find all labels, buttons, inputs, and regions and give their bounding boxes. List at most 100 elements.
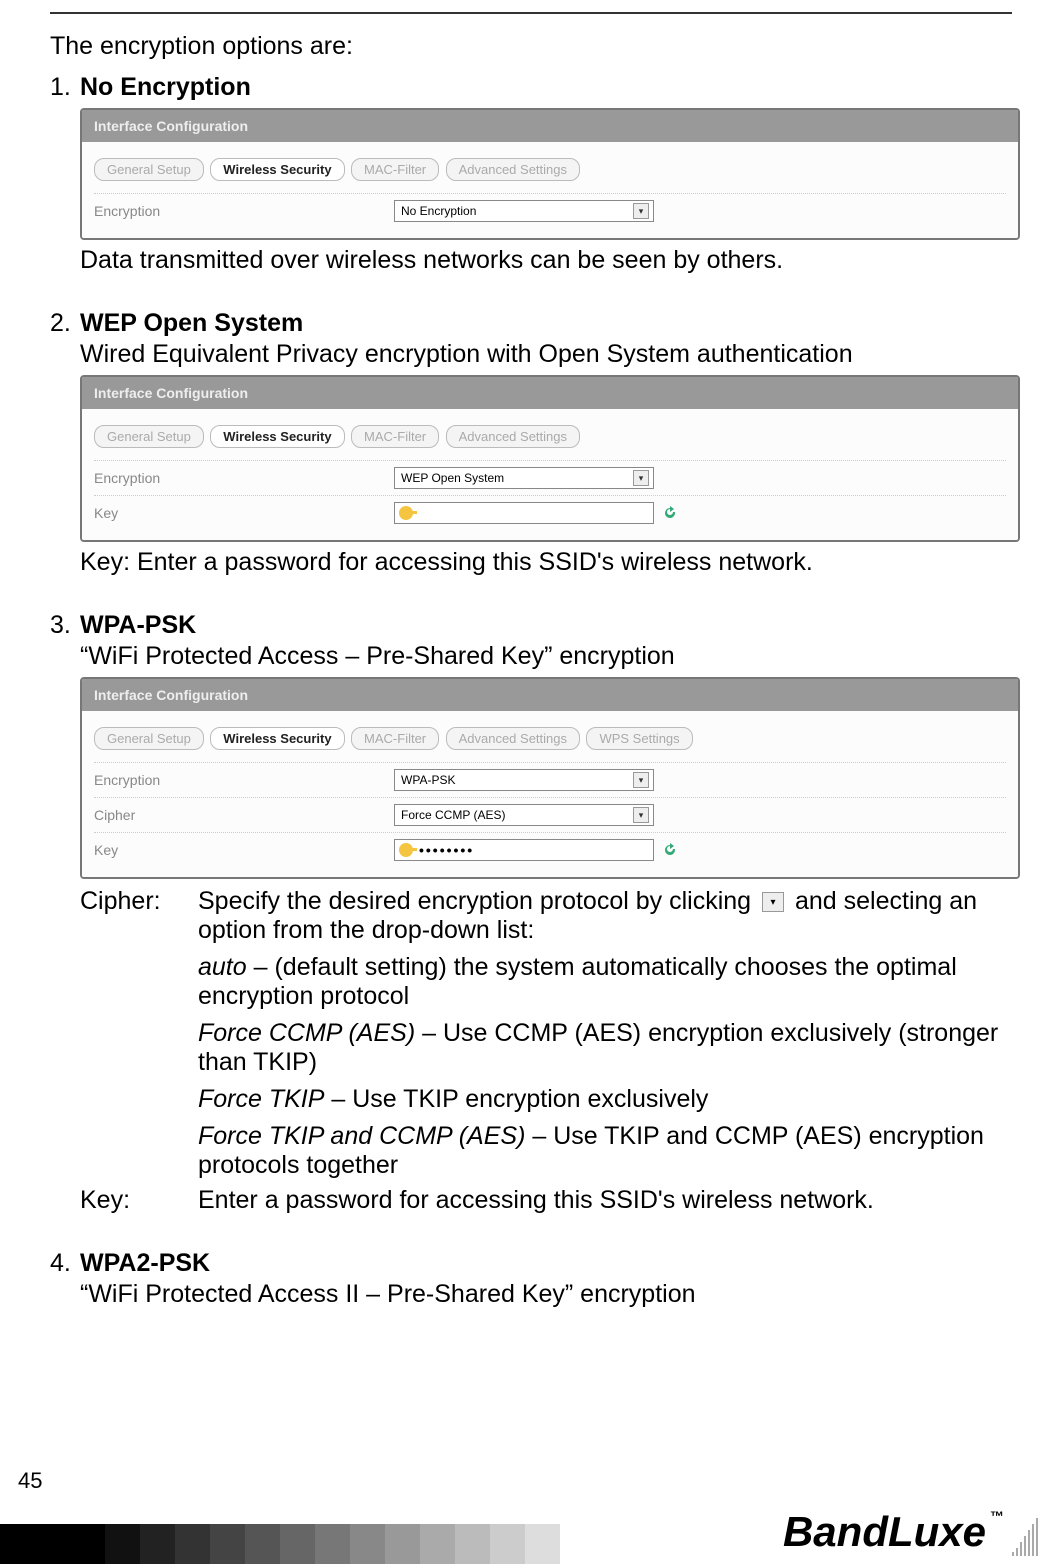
item-wpa-psk: 3.WPA-PSK “WiFi Protected Access – Pre-S… xyxy=(50,611,1012,1215)
tab-mac-filter[interactable]: MAC-Filter xyxy=(351,158,439,181)
dropdown-arrow-icon: ▾ xyxy=(633,203,649,219)
row-encryption: Encryption WEP Open System ▾ xyxy=(94,460,1006,495)
refresh-icon[interactable] xyxy=(662,505,678,521)
item-subtitle: “WiFi Protected Access – Pre-Shared Key”… xyxy=(80,642,1012,671)
panel-header: Interface Configuration xyxy=(82,110,1018,142)
page-number: 45 xyxy=(18,1468,42,1494)
option-sep: – xyxy=(525,1122,553,1150)
option-name: Force TKIP xyxy=(198,1085,324,1113)
row-label: Key xyxy=(94,842,394,858)
option-sep: – xyxy=(324,1085,352,1113)
intro-text: The encryption options are: xyxy=(50,32,1012,61)
item-title: WPA2-PSK xyxy=(80,1249,210,1277)
tab-wps-settings[interactable]: WPS Settings xyxy=(586,727,692,750)
row-label: Encryption xyxy=(94,203,394,219)
option-sep: – xyxy=(247,953,275,981)
row-label: Key xyxy=(94,505,394,521)
cipher-option-tkip: Force TKIP – Use TKIP encryption exclusi… xyxy=(198,1085,1012,1114)
select-value: Force CCMP (AES) xyxy=(401,808,505,822)
item-wpa2-psk: 4.WPA2-PSK “WiFi Protected Access II – P… xyxy=(50,1249,1012,1309)
row-encryption: Encryption WPA-PSK ▾ xyxy=(94,762,1006,797)
encryption-list: 1.No Encryption Interface Configuration … xyxy=(50,73,1012,1309)
footer: BandLuxe™ xyxy=(0,1510,1062,1564)
key-input[interactable] xyxy=(394,502,654,524)
key-value: •••••••• xyxy=(419,842,474,858)
brand-text: BandLuxe xyxy=(783,1508,986,1555)
item-title: No Encryption xyxy=(80,73,251,101)
tab-mac-filter[interactable]: MAC-Filter xyxy=(351,425,439,448)
key-input[interactable]: •••••••• xyxy=(394,839,654,861)
tabs: General Setup Wireless Security MAC-Filt… xyxy=(94,425,1006,448)
cipher-option-auto: auto – (default setting) the system auto… xyxy=(198,953,1012,1011)
row-key: Key •••••••• xyxy=(94,832,1006,867)
dropdown-arrow-icon: ▾ xyxy=(633,807,649,823)
tab-mac-filter[interactable]: MAC-Filter xyxy=(351,727,439,750)
row-cipher: Cipher Force CCMP (AES) ▾ xyxy=(94,797,1006,832)
tabs: General Setup Wireless Security MAC-Filt… xyxy=(94,158,1006,181)
signal-lines-icon xyxy=(1012,1516,1052,1556)
tab-advanced-settings[interactable]: Advanced Settings xyxy=(446,158,580,181)
tab-general-setup[interactable]: General Setup xyxy=(94,158,204,181)
row-label: Encryption xyxy=(94,470,394,486)
item-no-encryption: 1.No Encryption Interface Configuration … xyxy=(50,73,1012,275)
row-label: Encryption xyxy=(94,772,394,788)
panel-body: General Setup Wireless Security MAC-Filt… xyxy=(82,409,1018,540)
tab-general-setup[interactable]: General Setup xyxy=(94,425,204,448)
panel-header: Interface Configuration xyxy=(82,377,1018,409)
option-name: Force CCMP (AES) xyxy=(198,1019,415,1047)
select-value: No Encryption xyxy=(401,204,476,218)
item-number: 2. xyxy=(50,309,80,338)
cipher-select[interactable]: Force CCMP (AES) ▾ xyxy=(394,804,654,826)
brand-logo: BandLuxe™ xyxy=(783,1508,1004,1556)
item-wep-open: 2.WEP Open System Wired Equivalent Priva… xyxy=(50,309,1012,577)
row-label: Cipher xyxy=(94,807,394,823)
item-description: Data transmitted over wireless networks … xyxy=(80,246,1012,275)
tab-advanced-settings[interactable]: Advanced Settings xyxy=(446,727,580,750)
definitions: Cipher: Specify the desired encryption p… xyxy=(80,887,1012,1215)
key-icon xyxy=(399,843,413,857)
cipher-intro-a: Specify the desired encryption protocol … xyxy=(198,887,751,915)
select-value: WEP Open System xyxy=(401,471,504,485)
encryption-select[interactable]: No Encryption ▾ xyxy=(394,200,654,222)
dropdown-arrow-icon: ▾ xyxy=(633,772,649,788)
tab-advanced-settings[interactable]: Advanced Settings xyxy=(446,425,580,448)
option-name: Force TKIP and CCMP (AES) xyxy=(198,1122,525,1150)
key-description: Key: Enter a password for accessing this… xyxy=(80,548,1012,577)
cipher-option-ccmp: Force CCMP (AES) – Use CCMP (AES) encryp… xyxy=(198,1019,1012,1077)
top-rule xyxy=(50,12,1012,14)
panel-wpa: Interface Configuration General Setup Wi… xyxy=(80,677,1020,879)
panel-no-encryption: Interface Configuration General Setup Wi… xyxy=(80,108,1020,240)
dropdown-arrow-icon: ▾ xyxy=(633,470,649,486)
item-title: WPA-PSK xyxy=(80,611,196,639)
dropdown-arrow-icon: ▾ xyxy=(762,892,784,912)
trademark-icon: ™ xyxy=(990,1508,1004,1524)
def-label: Key: xyxy=(80,1186,198,1215)
panel-body: General Setup Wireless Security MAC-Filt… xyxy=(82,711,1018,877)
select-value: WPA-PSK xyxy=(401,773,455,787)
key-icon xyxy=(399,506,413,520)
item-number: 1. xyxy=(50,73,80,102)
tab-general-setup[interactable]: General Setup xyxy=(94,727,204,750)
option-name: auto xyxy=(198,953,247,981)
item-title: WEP Open System xyxy=(80,309,303,337)
tab-wireless-security[interactable]: Wireless Security xyxy=(210,425,344,448)
refresh-icon[interactable] xyxy=(662,842,678,858)
tab-wireless-security[interactable]: Wireless Security xyxy=(210,158,344,181)
tab-wireless-security[interactable]: Wireless Security xyxy=(210,727,344,750)
gradient-bar xyxy=(0,1524,560,1564)
encryption-select[interactable]: WPA-PSK ▾ xyxy=(394,769,654,791)
def-body: Specify the desired encryption protocol … xyxy=(198,887,1012,1180)
option-text: (default setting) the system automatical… xyxy=(198,953,957,1010)
row-key: Key xyxy=(94,495,1006,530)
item-subtitle: Wired Equivalent Privacy encryption with… xyxy=(80,340,1012,369)
row-encryption: Encryption No Encryption ▾ xyxy=(94,193,1006,228)
def-cipher: Cipher: Specify the desired encryption p… xyxy=(80,887,1012,1180)
item-number: 4. xyxy=(50,1249,80,1278)
encryption-select[interactable]: WEP Open System ▾ xyxy=(394,467,654,489)
item-subtitle: “WiFi Protected Access II – Pre-Shared K… xyxy=(80,1280,1012,1309)
option-text: Use TKIP encryption exclusively xyxy=(352,1085,708,1113)
def-label: Cipher: xyxy=(80,887,198,1180)
cipher-option-tkip-ccmp: Force TKIP and CCMP (AES) – Use TKIP and… xyxy=(198,1122,1012,1180)
option-sep: – xyxy=(415,1019,443,1047)
panel-wep: Interface Configuration General Setup Wi… xyxy=(80,375,1020,542)
